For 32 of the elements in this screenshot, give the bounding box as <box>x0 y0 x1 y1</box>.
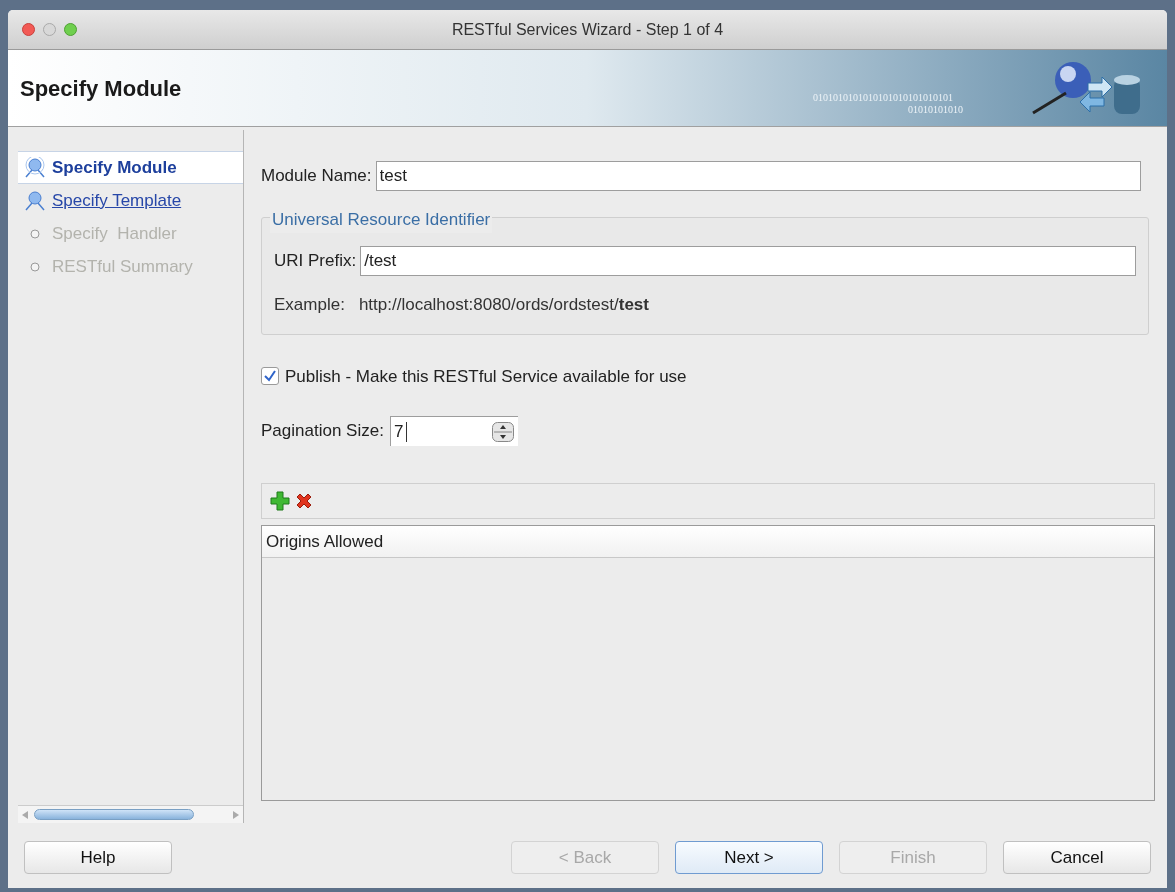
checkbox-label: Publish - Make this RESTful Service available for use <box>285 365 687 388</box>
field-label: URI Prefix: <box>274 250 357 273</box>
close-button[interactable] <box>22 23 35 36</box>
field-label: Pagination Size: <box>261 420 384 443</box>
delete-icon[interactable] <box>294 491 314 511</box>
uri-prefix-field[interactable]: /test <box>360 246 1136 276</box>
step-node-icon <box>24 156 46 179</box>
field-label: Module Name: <box>261 165 372 188</box>
step-node-icon <box>24 189 46 212</box>
minimize-button[interactable] <box>43 23 56 36</box>
horizontal-scrollbar[interactable] <box>18 805 243 823</box>
window-title: RESTful Services Wizard - Step 1 of 4 <box>450 19 725 40</box>
wizard-step[interactable]: Specify Template <box>18 184 243 217</box>
column-header[interactable]: Origins Allowed <box>262 526 1154 557</box>
publish-checkbox[interactable] <box>261 367 279 386</box>
binary-text: 0101010101010101010101010101 <box>813 91 954 105</box>
example-url: http://localhost:8080/ords/ordstest/test <box>358 294 649 316</box>
scroll-right-icon[interactable] <box>233 810 239 819</box>
module-name-field[interactable]: test <box>375 161 1141 191</box>
binary-text: 01010101010 <box>908 103 963 117</box>
dialog-button[interactable]: Cancel <box>1003 841 1151 874</box>
spinner-arrows-icon[interactable] <box>491 421 514 442</box>
dialog-button[interactable]: Next > <box>675 841 823 874</box>
example-label: Example: <box>274 294 345 316</box>
pagination-spinner[interactable]: 7 <box>389 416 518 446</box>
add-icon[interactable] <box>270 491 290 511</box>
wizard-step[interactable]: Specify Module <box>18 151 243 184</box>
dialog-button[interactable]: Help <box>24 841 172 874</box>
scroll-left-icon[interactable] <box>22 810 28 819</box>
page-heading: Specify Module <box>20 74 182 103</box>
scrollbar-thumb[interactable] <box>34 809 194 820</box>
zoom-button[interactable] <box>64 23 77 36</box>
